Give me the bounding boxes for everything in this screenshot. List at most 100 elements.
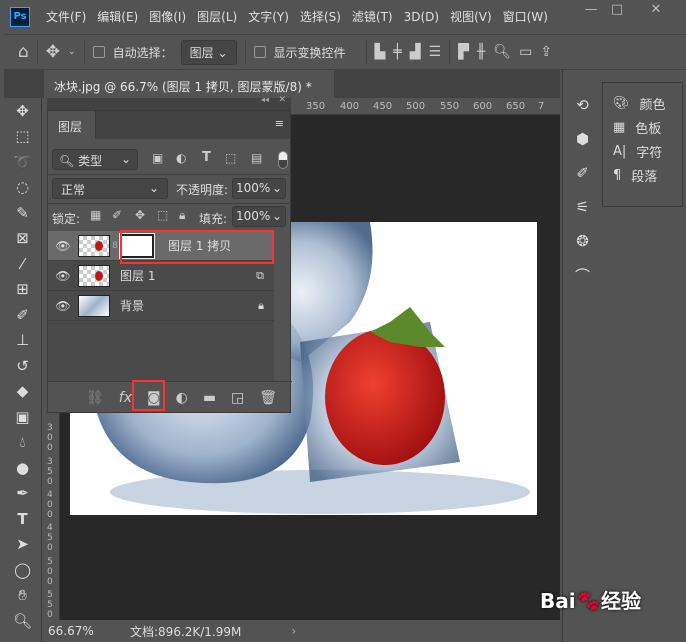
panel-menu-icon[interactable]: ≡ (275, 117, 284, 130)
menu-image[interactable]: 图像(I) (149, 8, 186, 25)
blend-mode-value: 正常 (61, 183, 86, 197)
link-layers-icon[interactable]: ⛓︎ (86, 390, 104, 406)
layer-row-layer1[interactable]: 👁︎ 图层 1 ⧉ (48, 261, 274, 291)
folder-icon[interactable]: ▬ (203, 390, 216, 406)
history-brush-icon[interactable]: ↺ (4, 353, 41, 379)
gradient-icon[interactable]: ▣ (4, 404, 41, 430)
panel-paragraph[interactable]: ¶ 段落 (603, 163, 682, 187)
filter-adjustment-icon[interactable]: ◐ (176, 151, 186, 165)
menu-file[interactable]: 文件(F) (46, 8, 86, 25)
filter-type-icon[interactable]: T (202, 150, 211, 165)
fx-icon[interactable]: fx (119, 390, 132, 406)
adjustments-icon[interactable]: ⚟ (563, 190, 602, 224)
show-transform-checkbox[interactable] (253, 46, 266, 58)
distribute-icon[interactable]: ☰ (429, 44, 442, 60)
fill-input[interactable]: 100% ⌄ (232, 206, 286, 227)
lock-artboard-icon[interactable]: ⬚ (157, 208, 168, 222)
workspace-icon[interactable]: ▭ (519, 44, 532, 60)
chevron-down-icon[interactable]: ⌄ (68, 47, 76, 57)
blend-mode-dropdown[interactable]: 正常 ⌄ (52, 178, 168, 199)
filter-toggle[interactable] (278, 151, 288, 169)
menu-edit[interactable]: 编辑(E) (97, 8, 138, 25)
new-layer-icon[interactable]: ◲ (231, 390, 244, 406)
home-icon[interactable]: ⌂ (18, 42, 29, 62)
close-panel-icon[interactable]: ✕ (278, 95, 286, 105)
align-middle-icon[interactable]: ╫ (477, 44, 485, 60)
healing-icon[interactable]: ⊞ (4, 277, 41, 303)
opacity-label: 不透明度: (176, 183, 229, 197)
tab-layers[interactable]: 图层 (48, 111, 96, 139)
lasso-tool-icon[interactable]: ➰ (4, 149, 41, 175)
marquee-tool-icon[interactable]: ⬚ (4, 124, 41, 150)
3d-icon[interactable]: ⬢ (563, 122, 602, 156)
lock-image-icon[interactable]: ✐ (112, 208, 122, 222)
blur-icon[interactable]: 💧︎ (4, 430, 41, 456)
link-icon[interactable]: 8 (110, 241, 120, 251)
ellipse-icon[interactable]: ◯ (4, 557, 41, 583)
visibility-eye-icon[interactable]: 👁︎ (48, 299, 78, 313)
channels-icon[interactable]: ❂ (563, 224, 602, 258)
align-right-icon[interactable]: ▟ (410, 44, 421, 60)
search-icon[interactable]: 🔍︎ (493, 44, 511, 60)
path-select-icon[interactable]: ➤ (4, 532, 41, 558)
align-left-icon[interactable]: ▙ (375, 44, 386, 60)
brush-settings-icon[interactable]: ✐ (563, 156, 602, 190)
menu-layer[interactable]: 图层(L) (197, 8, 237, 25)
visibility-eye-icon[interactable]: 👁︎ (48, 269, 78, 283)
zoom-level[interactable]: 66.67% (44, 624, 94, 638)
menu-select[interactable]: 选择(S) (300, 8, 341, 25)
trash-icon[interactable]: 🗑︎ (259, 390, 277, 406)
opacity-input[interactable]: 100% ⌄ (232, 178, 286, 199)
close-window-button[interactable]: ✕ (645, 2, 667, 24)
zoom-icon[interactable]: 🔍︎ (4, 608, 41, 634)
align-top-icon[interactable]: ▛ (458, 44, 469, 60)
menu-type[interactable]: 文字(Y) (248, 8, 289, 25)
filter-shape-icon[interactable]: ⬚ (225, 151, 236, 165)
menu-3d[interactable]: 3D(D) (404, 10, 439, 24)
lock-transparent-icon[interactable]: ▦ (90, 208, 101, 222)
auto-select-checkbox[interactable] (92, 46, 105, 58)
watermark: Bai🐾︎经验 (540, 589, 641, 613)
minimize-button[interactable]: — (580, 2, 602, 24)
stamp-icon[interactable]: ⊥ (4, 328, 41, 354)
dodge-icon[interactable]: ● (4, 455, 41, 481)
document-tab[interactable]: 冰块.jpg @ 66.7% (图层 1 拷贝, 图层蒙版/8) * × (44, 70, 334, 109)
share-icon[interactable]: ⇪ (540, 44, 552, 60)
layer-row-background[interactable]: 👁︎ 背景 🔒︎ (48, 291, 274, 321)
menu-window[interactable]: 窗口(W) (503, 8, 548, 25)
lock-position-icon[interactable]: ✥ (135, 208, 145, 222)
collapse-icon[interactable]: ◂◂ (261, 95, 269, 104)
layer-filter-dropdown[interactable]: 🔍︎ 类型 ⌄ (52, 149, 138, 170)
chevron-right-icon[interactable]: › (291, 624, 296, 638)
ruler-label: 500 (406, 101, 426, 112)
magic-wand-icon[interactable]: ✎ (4, 200, 41, 226)
move-tool-icon[interactable]: ✥ (4, 98, 41, 124)
type-tool-icon[interactable]: T (4, 506, 41, 532)
panel-character[interactable]: A| 字符 (603, 139, 682, 163)
visibility-eye-icon[interactable]: 👁︎ (48, 239, 78, 253)
paths-icon[interactable]: ⌒ (563, 258, 602, 292)
lock-all-icon[interactable]: 🔒︎ (179, 208, 185, 223)
frame-tool-icon[interactable]: ⊠ (4, 226, 41, 252)
maximize-button[interactable]: □ (606, 2, 628, 24)
pen-icon[interactable]: ✒ (4, 481, 41, 507)
adjustment-layer-icon[interactable]: ◐ (176, 390, 188, 406)
panel-color[interactable]: 🎨︎ 颜色 (603, 91, 682, 115)
align-center-icon[interactable]: ╪ (393, 44, 401, 60)
filter-pixel-icon[interactable]: ▣ (152, 151, 163, 165)
filter-smart-icon[interactable]: ▤ (251, 151, 262, 165)
eyedropper-icon[interactable]: ⁄ (4, 251, 41, 277)
menu-filter[interactable]: 滤镜(T) (352, 8, 393, 25)
menu-view[interactable]: 视图(V) (450, 8, 492, 25)
move-tool-icon[interactable]: ✥ (46, 42, 60, 62)
quick-select-icon[interactable]: ◌ (4, 175, 41, 201)
hand-icon[interactable]: ✋︎ (4, 583, 41, 609)
show-transform-label: 显示变换控件 (273, 45, 346, 60)
panel-swatches[interactable]: ▦ 色板 (603, 115, 682, 139)
eraser-icon[interactable]: ◆ (4, 379, 41, 405)
right-panel: 🎨︎ 颜色 ▦ 色板 A| 字符 ¶ 段落 (602, 82, 683, 207)
layer-name: 图层 1 (120, 269, 156, 283)
auto-select-dropdown[interactable]: 图层 ⌄ (180, 39, 237, 65)
history-icon[interactable]: ⟲ (563, 88, 602, 122)
brush-icon[interactable]: ✐ (4, 302, 41, 328)
